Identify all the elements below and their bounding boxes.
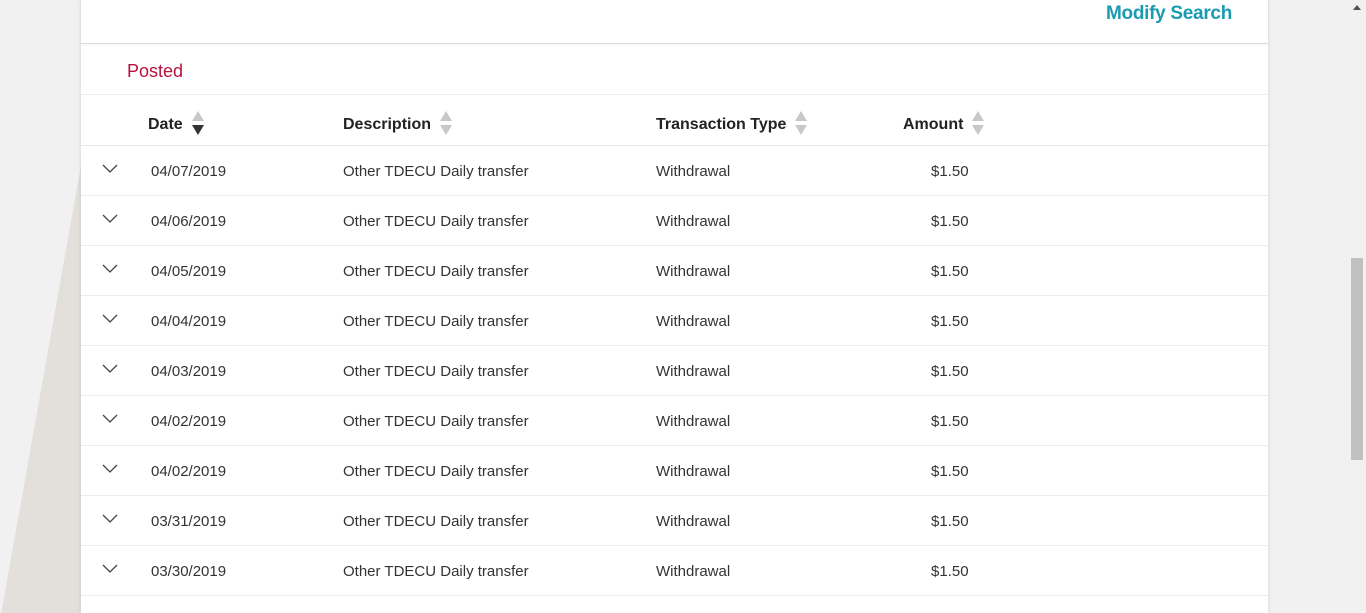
search-bar: Modify Search [81,0,1268,44]
row-transaction-type: Withdrawal [656,513,731,530]
row-amount: $1.50 [931,363,969,380]
column-header-amount[interactable]: Amount [903,111,985,139]
row-description: Other TDECU Daily transfer [343,563,529,580]
chevron-down-icon[interactable] [102,464,118,474]
scroll-thumb[interactable] [1351,258,1363,460]
page: Modify Search Posted Date Description Tr… [0,0,1366,613]
row-description: Other TDECU Daily transfer [343,163,529,180]
row-date: 04/06/2019 [151,213,227,230]
transactions-card: Modify Search Posted Date Description Tr… [81,0,1268,613]
table-row[interactable]: 03/30/2019 Other TDECU Daily transfer With… [81,546,1268,596]
row-transaction-type: Withdrawal [656,413,731,430]
row-amount: $1.50 [931,513,969,530]
row-date: 03/31/2019 [151,513,227,530]
row-amount: $1.50 [931,463,969,480]
row-description: Other TDECU Daily transfer [343,413,529,430]
row-description: Other TDECU Daily transfer [343,513,529,530]
row-transaction-type: Withdrawal [656,463,731,480]
chevron-down-icon[interactable] [102,364,118,374]
table-row[interactable]: 04/03/2019 Other TDECU Daily transfer With… [81,346,1268,396]
row-amount: $1.50 [931,563,969,580]
row-amount: $1.50 [931,213,969,230]
row-transaction-type: Withdrawal [656,313,731,330]
row-date: 04/07/2019 [151,163,227,180]
row-transaction-type: Withdrawal [656,163,731,180]
table-row[interactable]: 04/02/2019 Other TDECU Daily transfer With… [81,396,1268,446]
column-label: Transaction Type [656,116,787,133]
table-row[interactable]: 04/04/2019 Other TDECU Daily transfer With… [81,296,1268,346]
section-title: Posted [127,61,184,81]
table-row[interactable]: 04/02/2019 Other TDECU Daily transfer With… [81,446,1268,496]
table-header: Date Description Transaction Type Amount [81,95,1268,146]
sort-arrows-icon [440,111,453,139]
row-description: Other TDECU Daily transfer [343,363,529,380]
row-description: Other TDECU Daily transfer [343,313,529,330]
chevron-down-icon[interactable] [102,564,118,574]
transaction-list: 04/07/2019 Other TDECU Daily transfer With… [81,146,1268,596]
column-label: Date [148,116,183,133]
row-amount: $1.50 [931,163,969,180]
row-date: 04/05/2019 [151,263,227,280]
vertical-scrollbar[interactable] [1349,0,1366,613]
sort-arrows-icon [972,111,985,139]
column-label: Description [343,116,432,133]
row-description: Other TDECU Daily transfer [343,213,529,230]
row-date: 04/03/2019 [151,363,227,380]
row-transaction-type: Withdrawal [656,213,731,230]
section-header: Posted [81,44,1268,95]
row-date: 04/04/2019 [151,313,227,330]
table-row[interactable]: 03/31/2019 Other TDECU Daily transfer With… [81,496,1268,546]
modify-search-link[interactable]: Modify Search [1106,3,1232,25]
table-row[interactable]: 04/05/2019 Other TDECU Daily transfer With… [81,246,1268,296]
column-label: Amount [903,116,964,133]
chevron-down-icon[interactable] [102,164,118,174]
row-description: Other TDECU Daily transfer [343,263,529,280]
table-row[interactable]: 04/06/2019 Other TDECU Daily transfer With… [81,196,1268,246]
row-transaction-type: Withdrawal [656,563,731,580]
chevron-down-icon[interactable] [102,414,118,424]
row-amount: $1.50 [931,413,969,430]
background-decoration [0,160,82,613]
scroll-up-arrow-icon[interactable] [1353,5,1361,10]
chevron-down-icon[interactable] [102,214,118,224]
column-header-transaction-type[interactable]: Transaction Type [656,111,808,139]
row-transaction-type: Withdrawal [656,363,731,380]
row-description: Other TDECU Daily transfer [343,463,529,480]
row-amount: $1.50 [931,263,969,280]
chevron-down-icon[interactable] [102,264,118,274]
chevron-down-icon[interactable] [102,514,118,524]
sort-arrows-icon [795,111,808,139]
chevron-down-icon[interactable] [102,314,118,324]
row-date: 04/02/2019 [151,413,227,430]
row-amount: $1.50 [931,313,969,330]
row-date: 04/02/2019 [151,463,227,480]
row-transaction-type: Withdrawal [656,263,731,280]
column-header-date[interactable]: Date [148,111,204,139]
sort-arrows-icon [191,111,204,139]
row-date: 03/30/2019 [151,563,227,580]
table-row[interactable]: 04/07/2019 Other TDECU Daily transfer With… [81,146,1268,196]
column-header-description[interactable]: Description [343,111,453,139]
